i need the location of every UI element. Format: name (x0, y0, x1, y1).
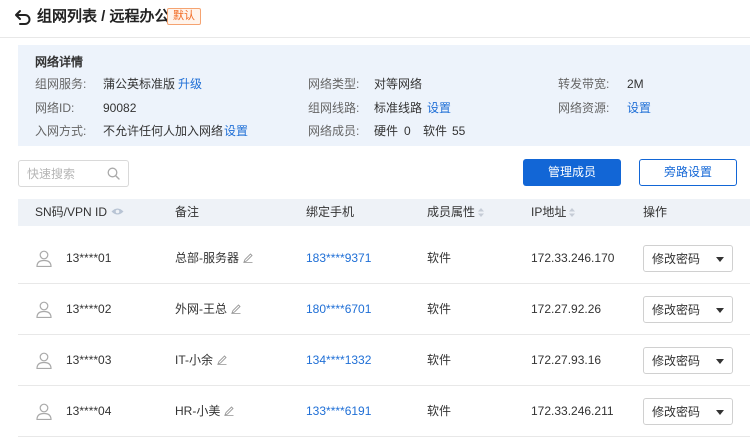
row-attr: 软件 (427, 353, 452, 367)
edit-pencil-icon[interactable] (224, 406, 234, 416)
network-id-value: 90082 (103, 101, 137, 115)
change-password-label: 修改密码 (652, 354, 701, 368)
row-remark-text: 总部-服务器 (175, 251, 239, 265)
row-phone-link[interactable]: 133****6191 (306, 404, 371, 419)
row-attr: 软件 (427, 404, 452, 418)
user-avatar-icon (36, 250, 52, 267)
column-sn: SN码/VPN ID (35, 205, 124, 220)
page-title: 组网列表 / 远程办公 (37, 8, 170, 25)
change-password-dropdown[interactable]: 修改密码 (643, 245, 733, 272)
user-avatar-icon (36, 352, 52, 369)
sort-icon[interactable] (569, 208, 576, 217)
bandwidth-label: 转发带宽: (558, 77, 610, 91)
row-ip: 172.27.92.26 (531, 302, 602, 316)
sort-icon[interactable] (478, 208, 485, 217)
back-arrow-icon[interactable] (14, 8, 32, 26)
change-password-label: 修改密码 (652, 303, 701, 317)
table-header: SN码/VPN ID 备注 绑定手机 成员属性 IP地址 操作 (18, 199, 750, 226)
column-action: 操作 (643, 205, 668, 219)
row-phone-link[interactable]: 134****1332 (306, 353, 371, 368)
join-setting-link[interactable]: 设置 (224, 123, 248, 139)
caret-down-icon (716, 257, 724, 262)
caret-down-icon (716, 308, 724, 313)
network-type-value: 对等网络 (374, 77, 423, 91)
eye-icon[interactable] (111, 207, 124, 216)
manage-members-button[interactable]: 管理成员 (523, 159, 621, 186)
route-value: 标准线路 (374, 101, 423, 115)
network-id-label: 网络ID: (35, 101, 75, 115)
upgrade-link[interactable]: 升级 (178, 76, 202, 92)
row-sn: 13****04 (66, 404, 112, 418)
change-password-dropdown[interactable]: 修改密码 (643, 296, 733, 323)
route-setting-link[interactable]: 设置 (427, 100, 451, 116)
row-remark-text: HR-小美 (175, 404, 221, 418)
bypass-settings-button[interactable]: 旁路设置 (639, 159, 737, 186)
table-row: 13****01 总部-服务器 183****9371 软件 172.33.24… (18, 233, 750, 284)
row-sn: 13****03 (66, 353, 112, 367)
members-label: 网络成员: (308, 124, 360, 138)
column-sn-label: SN码/VPN ID (35, 205, 108, 219)
service-label: 组网服务: (35, 77, 87, 91)
join-value: 不允许任何人加入网络 (103, 124, 224, 138)
column-ip[interactable]: IP地址 (531, 205, 576, 220)
page-header: 组网列表 / 远程办公 默认 (0, 0, 750, 38)
software-label: 软件 (423, 124, 448, 138)
table-row: 13****02 外网-王总 180****6701 软件 172.27.92.… (18, 284, 750, 335)
change-password-dropdown[interactable]: 修改密码 (643, 398, 733, 425)
resource-setting-link[interactable]: 设置 (627, 100, 651, 116)
join-label: 入网方式: (35, 124, 87, 138)
row-remark: 外网-王总 (175, 302, 241, 317)
search-input[interactable] (27, 165, 107, 182)
row-remark: HR-小美 (175, 404, 234, 419)
row-remark-text: 外网-王总 (175, 302, 227, 316)
caret-down-icon (716, 359, 724, 364)
network-details-panel: 网络详情 组网服务: 蒲公英标准版 升级 网络类型: 对等网络 转发带宽: 2M… (18, 45, 750, 146)
change-password-label: 修改密码 (652, 252, 701, 266)
row-ip: 172.33.246.211 (531, 404, 614, 418)
route-label: 组网线路: (308, 101, 360, 115)
bandwidth-value: 2M (627, 77, 644, 91)
row-phone-link[interactable]: 180****6701 (306, 302, 371, 317)
hardware-count: 0 (404, 124, 411, 138)
row-attr: 软件 (427, 251, 452, 265)
column-member-attr-label: 成员属性 (427, 205, 476, 219)
row-ip: 172.33.246.170 (531, 251, 615, 265)
resource-label: 网络资源: (558, 101, 610, 115)
edit-pencil-icon[interactable] (243, 253, 253, 263)
row-remark: IT-小余 (175, 353, 227, 368)
table-row: 13****04 HR-小美 133****6191 软件 172.33.246… (18, 386, 750, 437)
column-remark: 备注 (175, 205, 200, 219)
default-badge: 默认 (167, 8, 201, 25)
row-remark-text: IT-小余 (175, 353, 213, 367)
row-sn: 13****01 (66, 251, 112, 265)
software-count: 55 (452, 124, 466, 138)
search-box (18, 160, 129, 187)
row-ip: 172.27.93.16 (531, 353, 602, 367)
network-type-label: 网络类型: (308, 77, 360, 91)
row-remark: 总部-服务器 (175, 251, 253, 266)
hardware-label: 硬件 (374, 124, 399, 138)
column-phone: 绑定手机 (306, 205, 355, 219)
change-password-label: 修改密码 (652, 405, 701, 419)
details-title: 网络详情 (35, 55, 84, 69)
search-icon[interactable] (107, 167, 120, 180)
service-value: 蒲公英标准版 (103, 77, 176, 91)
row-attr: 软件 (427, 302, 452, 316)
edit-pencil-icon[interactable] (231, 304, 241, 314)
user-avatar-icon (36, 403, 52, 420)
column-member-attr[interactable]: 成员属性 (427, 205, 485, 220)
change-password-dropdown[interactable]: 修改密码 (643, 347, 733, 374)
edit-pencil-icon[interactable] (217, 355, 227, 365)
table-row: 13****03 IT-小余 134****1332 软件 172.27.93.… (18, 335, 750, 386)
row-phone-link[interactable]: 183****9371 (306, 251, 371, 266)
column-ip-label: IP地址 (531, 205, 567, 219)
row-sn: 13****02 (66, 302, 112, 316)
user-avatar-icon (36, 301, 52, 318)
caret-down-icon (716, 410, 724, 415)
